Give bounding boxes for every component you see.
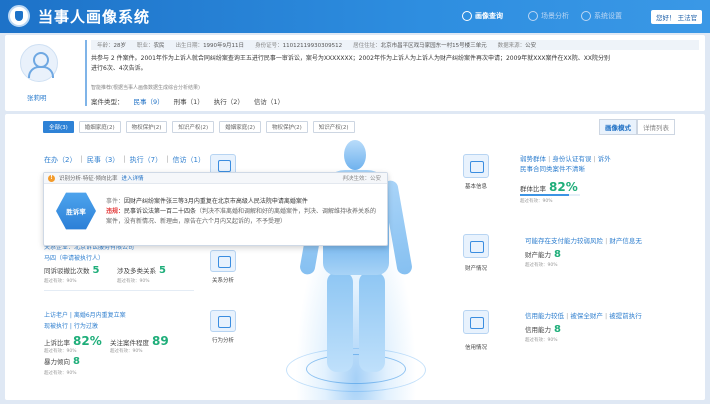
credit-icon[interactable] bbox=[463, 310, 489, 334]
user-menu[interactable]: 您好！ 王法官 bbox=[651, 10, 703, 24]
nav-scene-analysis[interactable]: 场景分析 bbox=[528, 11, 569, 21]
filter-chip[interactable]: 知识产权(2) bbox=[172, 121, 215, 133]
case-event: 事件：因财产纠纷案件张三等3月内重复在北京市高级人民法院申请离婚案件 bbox=[106, 198, 308, 205]
portrait-panel: 全部(3) 婚姻家庭(2) 物权保护(2) 知识产权(2) 婚姻家庭(2) 物权… bbox=[5, 114, 705, 400]
relation-analysis-label: 关系分析 bbox=[211, 278, 234, 284]
popup-header: ! 识别分析·特征·倾向比率 进入详情 判决生效：公安 bbox=[44, 173, 387, 184]
filter-chip[interactable]: 物权保护(2) bbox=[125, 121, 168, 133]
platform-ring bbox=[286, 348, 426, 392]
credit-tags: 信用能力较低 | 被保全财产 | 被提前执行 bbox=[525, 312, 642, 320]
party-name: 张莉明 bbox=[27, 94, 47, 102]
scene-analysis-icon bbox=[528, 11, 538, 21]
info-birthdate: 出生日期：1990年9月11日 bbox=[175, 43, 245, 49]
behavior-analysis-icon[interactable] bbox=[210, 310, 236, 332]
stat-violence-tendency: 暴力倾向 8 bbox=[44, 356, 80, 367]
nav-system-settings[interactable]: 系统设置 bbox=[581, 11, 622, 21]
case-type-bar: 案件类型： 民事（9） 刑事（1） 执行（2） 信访（1） bbox=[91, 96, 285, 106]
nav-portrait-search[interactable]: 画像查询 bbox=[462, 11, 503, 21]
tab-in-progress[interactable]: 在办（2） bbox=[44, 155, 76, 165]
stat-property-ability: 财产能力 8 bbox=[525, 249, 561, 260]
profile-panel: 张莉明 年龄：28岁 职业：农民 出生日期：1990年9月11日 身份证号：11… bbox=[5, 35, 705, 111]
info-address: 居住住址：北京市昌平区戏马家园东一村15号楼三单元 bbox=[353, 43, 487, 49]
stat-relation-types: 涉及多类关系 5 bbox=[117, 265, 166, 276]
filter-chip[interactable]: 物权保护(2) bbox=[265, 121, 308, 133]
portrait-mode-button[interactable]: 画像模式 bbox=[599, 119, 637, 135]
stat-case-attention: 关注案件程度 89 bbox=[110, 334, 169, 348]
tab-civil[interactable]: 民事（3） bbox=[87, 155, 119, 165]
figure-leg bbox=[327, 272, 353, 372]
behavior-tags: 现被执行 | 行为过激 bbox=[44, 323, 98, 330]
figure-head bbox=[344, 140, 366, 170]
filter-chip[interactable]: 婚姻家庭(2) bbox=[219, 121, 261, 133]
stat-appeal-rate: 上诉比率 82% bbox=[44, 334, 102, 348]
related-person: 马四（申请被执行人） bbox=[44, 255, 105, 262]
stat-credit-ability: 信用能力 8 bbox=[525, 324, 561, 335]
app-title: 当事人画像系统 bbox=[38, 8, 151, 26]
filter-chip[interactable]: 全部(3) bbox=[43, 121, 74, 133]
property-tags: 可能存在支付能力较弱风险 | 财产信息无 bbox=[525, 237, 642, 245]
basic-info-icon[interactable] bbox=[463, 154, 489, 178]
profile-description: 共参与 2 件案件。2001年作为上诉人就合同纠纷案查询王五进行民事一审诉讼，案… bbox=[91, 55, 610, 72]
case-type-criminal[interactable]: 刑事（1） bbox=[174, 96, 204, 106]
warning-icon: ! bbox=[48, 174, 55, 182]
smart-recommendation: 智能推荐(根据当事人画像数据生成综合分析结果) bbox=[91, 85, 200, 91]
info-id-number: 身份证号：11012119930309512 bbox=[255, 43, 343, 49]
stat-group-ratio: 群体比率 82% bbox=[520, 180, 578, 194]
relation-analysis-icon[interactable] bbox=[210, 250, 236, 272]
detail-list-button[interactable]: 详情列表 bbox=[637, 119, 675, 135]
violation-note: 违规：民事诉讼法第一百二十四条（判决不准离婚和调解和好的离婚案件，判决、调解维持… bbox=[106, 208, 377, 225]
property-icon[interactable] bbox=[463, 234, 489, 258]
info-source: 数据来源：公安 bbox=[497, 43, 537, 49]
tab-petition[interactable]: 信访（1） bbox=[172, 155, 204, 165]
figure-leg bbox=[359, 272, 385, 372]
settings-icon bbox=[581, 11, 591, 21]
portrait-search-icon bbox=[462, 11, 472, 21]
case-status-tabs: 在办（2） | 民事（3） | 执行（7） | 信访（1） bbox=[44, 155, 205, 165]
court-emblem-icon bbox=[8, 5, 30, 27]
filter-chip[interactable]: 知识产权(2) bbox=[312, 121, 355, 133]
filter-chips: 全部(3) 婚姻家庭(2) 物权保护(2) 知识产权(2) 婚姻家庭(2) 物权… bbox=[43, 121, 355, 133]
info-bar: 年龄：28岁 职业：农民 出生日期：1990年9月11日 身份证号：110121… bbox=[91, 40, 699, 50]
tab-execution[interactable]: 执行（7） bbox=[130, 155, 162, 165]
win-rate-badge: 胜诉率 bbox=[56, 192, 96, 230]
app-header: 当事人画像系统 画像查询 场景分析 系统设置 您好！ 王法官 bbox=[0, 0, 710, 33]
view-mode-toggle: 画像模式 详情列表 bbox=[599, 119, 675, 135]
case-type-petition[interactable]: 信访（1） bbox=[254, 96, 284, 106]
group-ratio-bar bbox=[520, 194, 580, 196]
filter-chip[interactable]: 婚姻家庭(2) bbox=[78, 121, 121, 133]
info-age: 年龄：28岁 bbox=[97, 43, 127, 49]
info-occupation: 职业：农民 bbox=[137, 43, 165, 49]
case-detail-popup: ! 识别分析·特征·倾向比率 进入详情 判决生效：公安 胜诉率 事件：因财产纠纷… bbox=[43, 172, 388, 246]
stat-appeal-withdrawals: 同诉驳撤比次数 5 bbox=[44, 265, 100, 276]
case-type-civil[interactable]: 民事（9） bbox=[134, 96, 164, 106]
behavior-tags: 上访老户 | 离婚6月内重复立案 bbox=[44, 312, 126, 319]
behavior-analysis-label: 行为分析 bbox=[211, 338, 234, 344]
divider bbox=[85, 40, 87, 106]
avatar bbox=[20, 44, 58, 82]
basic-info-tags: 弱势群体 | 身份认证有误 | 诉外 民事合同类案件不清晰 bbox=[520, 155, 611, 173]
view-detail-link[interactable]: 进入详情 bbox=[122, 174, 144, 182]
case-type-execution[interactable]: 执行（2） bbox=[214, 96, 244, 106]
